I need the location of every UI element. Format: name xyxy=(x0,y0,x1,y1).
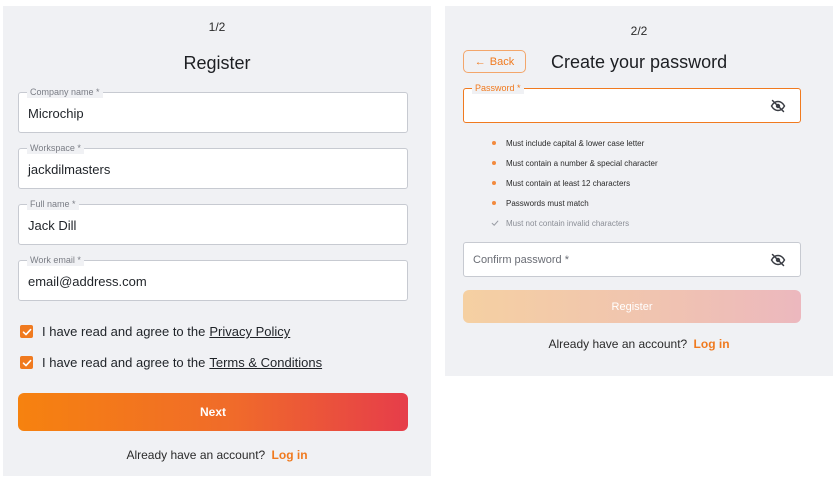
full-name-value: Jack Dill xyxy=(28,218,77,233)
privacy-policy-link[interactable]: Privacy Policy xyxy=(209,324,290,339)
page-title: Register xyxy=(183,53,251,73)
confirm-password-field[interactable]: Confirm password * xyxy=(463,242,801,277)
step-indicator: 1/2 xyxy=(208,20,226,34)
register-step1-panel: 1/2 Register Company name * Microchip Wo… xyxy=(3,6,431,476)
terms-checkbox[interactable] xyxy=(20,356,33,369)
terms-check-row: I have read and agree to the Terms & Con… xyxy=(20,355,322,370)
login-link[interactable]: Log in xyxy=(694,337,730,351)
requirement-text: Passwords must match xyxy=(506,198,589,208)
bullet-dot-icon xyxy=(492,201,496,205)
bullet-dot-icon xyxy=(492,161,496,165)
requirement-item: Must not contain invalid characters xyxy=(491,213,658,233)
register-button[interactable]: Register xyxy=(463,290,801,323)
password-field[interactable]: Password * xyxy=(463,82,801,123)
full-name-label: Full name * xyxy=(27,198,79,210)
confirm-password-placeholder: Confirm password * xyxy=(473,254,569,266)
arrow-left-icon: ← xyxy=(474,55,486,68)
full-name-field[interactable]: Full name * Jack Dill xyxy=(18,198,408,245)
eye-off-icon[interactable] xyxy=(770,98,786,114)
company-name-field[interactable]: Company name * Microchip xyxy=(18,86,408,133)
requirement-text: Must not contain invalid characters xyxy=(506,218,630,228)
eye-off-icon[interactable] xyxy=(770,252,786,268)
account-text: Already have an account? xyxy=(126,448,266,462)
bullet-dot-icon xyxy=(492,141,496,145)
page-title: Create your password xyxy=(551,52,728,72)
step-indicator: 2/2 xyxy=(630,24,648,38)
login-prompt: Already have an account? Log in xyxy=(445,337,833,351)
check-icon xyxy=(22,359,31,366)
workspace-label: Workspace * xyxy=(27,142,84,154)
privacy-policy-check-row: I have read and agree to the Privacy Pol… xyxy=(20,324,290,339)
next-button[interactable]: Next xyxy=(18,393,408,431)
password-label: Password * xyxy=(472,82,524,94)
work-email-value: email@address.com xyxy=(28,274,147,289)
company-name-value: Microchip xyxy=(28,106,84,121)
workspace-field[interactable]: Workspace * jackdilmasters xyxy=(18,142,408,189)
check-icon xyxy=(491,220,499,226)
terms-text: I have read and agree to the xyxy=(42,355,206,370)
register-step2-panel: 2/2 ← Back Create your password Password… xyxy=(445,6,833,376)
requirement-item: Passwords must match xyxy=(491,193,658,213)
bullet-dot-icon xyxy=(492,181,496,185)
privacy-policy-checkbox[interactable] xyxy=(20,325,33,338)
work-email-label: Work email * xyxy=(27,254,84,266)
requirement-item: Must contain a number & special characte… xyxy=(491,153,658,173)
company-name-label: Company name * xyxy=(27,86,103,98)
requirement-text: Must contain a number & special characte… xyxy=(506,158,658,168)
password-requirements: Must include capital & lower case letter… xyxy=(491,133,658,233)
login-prompt: Already have an account? Log in xyxy=(3,448,431,462)
work-email-field[interactable]: Work email * email@address.com xyxy=(18,254,408,301)
workspace-value: jackdilmasters xyxy=(28,162,111,177)
login-link[interactable]: Log in xyxy=(272,448,308,462)
terms-conditions-link[interactable]: Terms & Conditions xyxy=(209,355,322,370)
requirement-text: Must contain at least 12 characters xyxy=(506,178,631,188)
back-label: Back xyxy=(489,55,515,68)
requirement-item: Must include capital & lower case letter xyxy=(491,133,658,153)
check-icon xyxy=(22,328,31,335)
account-text: Already have an account? xyxy=(548,337,688,351)
requirement-text: Must include capital & lower case letter xyxy=(506,138,645,148)
privacy-policy-text: I have read and agree to the xyxy=(42,324,206,339)
back-button[interactable]: ← Back xyxy=(463,50,526,73)
requirement-item: Must contain at least 12 characters xyxy=(491,173,658,193)
